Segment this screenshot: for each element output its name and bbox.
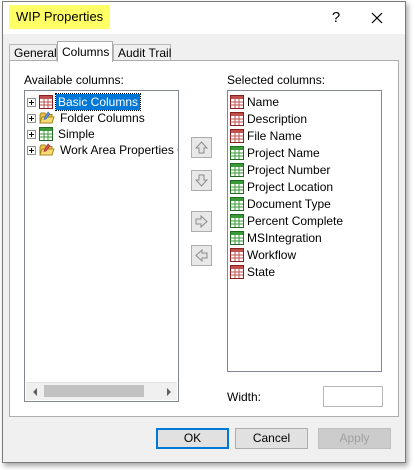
selected-column-item[interactable]: Project Location	[230, 179, 333, 195]
width-label: Width:	[227, 390, 262, 404]
selected-column-item[interactable]: State	[230, 264, 275, 280]
selected-column-label: State	[247, 265, 276, 279]
table-green-icon	[230, 180, 244, 194]
scroll-right-icon[interactable]	[160, 383, 177, 400]
remove-column-button[interactable]	[191, 245, 212, 266]
selected-column-label: Workflow	[247, 248, 297, 262]
tree-item-basic-columns[interactable]: Basic Columns	[27, 93, 142, 111]
arrow-right-icon	[195, 215, 208, 228]
width-input[interactable]	[323, 386, 383, 407]
tree-item-label: Basic Columns	[54, 93, 142, 111]
available-columns-tree[interactable]: Basic Columns Folder Columns Simple Work…	[24, 90, 179, 402]
selected-columns-list[interactable]: Name Description File Name Project Name Proj…	[227, 90, 382, 372]
horizontal-scrollbar[interactable]	[26, 382, 177, 400]
expand-icon[interactable]	[27, 129, 36, 139]
selected-column-label: Document Type	[247, 197, 331, 211]
ok-button[interactable]: OK	[156, 428, 229, 449]
window-title: WIP Properties	[9, 5, 111, 29]
add-column-button[interactable]	[191, 211, 212, 232]
move-up-button[interactable]	[191, 137, 212, 158]
close-icon	[371, 12, 383, 24]
selected-column-label: MSIntegration	[247, 231, 322, 245]
apply-button[interactable]: Apply	[318, 428, 391, 449]
selected-column-label: Project Name	[247, 146, 320, 160]
tree-item-label: Work Area Properties C	[60, 143, 179, 157]
table-green-icon	[230, 163, 244, 177]
scroll-left-icon[interactable]	[26, 383, 43, 400]
expand-icon[interactable]	[27, 97, 36, 107]
selected-column-label: Name	[247, 95, 280, 109]
table-red-icon	[230, 95, 244, 109]
table-green-icon	[230, 231, 244, 245]
arrow-down-icon	[195, 174, 208, 187]
table-green-icon	[230, 146, 244, 160]
selected-column-item[interactable]: Name	[230, 94, 279, 110]
tree-item-work-area-properties[interactable]: Work Area Properties C	[27, 142, 179, 158]
table-red-icon	[230, 112, 244, 126]
selected-column-label: Project Number	[247, 163, 331, 177]
folder-icon	[39, 143, 55, 156]
close-button[interactable]	[359, 2, 395, 34]
selected-column-item[interactable]: File Name	[230, 128, 302, 144]
tab-audit-trail[interactable]: Audit Trail	[113, 44, 171, 61]
title-bar: WIP Properties ?	[3, 2, 405, 34]
columns-panel: Available columns: Selected columns: Bas…	[9, 60, 399, 417]
selected-column-item[interactable]: Percent Complete	[230, 213, 343, 229]
selected-column-item[interactable]: Description	[230, 111, 307, 127]
selected-column-item[interactable]: Workflow	[230, 247, 296, 263]
folder-icon	[39, 111, 55, 124]
selected-columns-label: Selected columns:	[227, 73, 326, 87]
selected-column-label: Percent Complete	[247, 214, 344, 228]
selected-column-label: File Name	[247, 129, 302, 143]
scrollbar-thumb[interactable]	[44, 385, 144, 397]
table-red-icon	[230, 265, 244, 279]
available-columns-label: Available columns:	[24, 73, 124, 87]
expand-icon[interactable]	[27, 145, 36, 155]
tree-item-folder-columns[interactable]: Folder Columns	[27, 110, 147, 126]
tab-general[interactable]: General	[9, 44, 57, 61]
table-icon	[39, 95, 53, 109]
arrow-left-icon	[195, 249, 208, 262]
selected-column-item[interactable]: MSIntegration	[230, 230, 322, 246]
table-green-icon	[230, 214, 244, 228]
table-red-icon	[230, 129, 244, 143]
selected-column-label: Project Location	[247, 180, 334, 194]
table-green-icon	[230, 197, 244, 211]
tree-item-simple[interactable]: Simple	[27, 126, 97, 142]
move-down-button[interactable]	[191, 170, 212, 191]
expand-icon[interactable]	[27, 113, 36, 123]
selected-column-item[interactable]: Document Type	[230, 196, 331, 212]
tree-item-label: Simple	[58, 127, 95, 141]
tab-columns[interactable]: Columns	[57, 41, 113, 62]
tree-item-label: Folder Columns	[60, 111, 145, 125]
selected-column-item[interactable]: Project Name	[230, 145, 320, 161]
help-button[interactable]: ?	[321, 2, 351, 34]
table-green-icon	[39, 127, 53, 141]
cancel-button[interactable]: Cancel	[235, 428, 308, 449]
arrow-up-icon	[195, 141, 208, 154]
selected-column-item[interactable]: Project Number	[230, 162, 330, 178]
selected-column-label: Description	[247, 112, 308, 126]
table-red-icon	[230, 248, 244, 262]
wip-properties-dialog: WIP Properties ? General Columns Audit T…	[2, 1, 406, 463]
